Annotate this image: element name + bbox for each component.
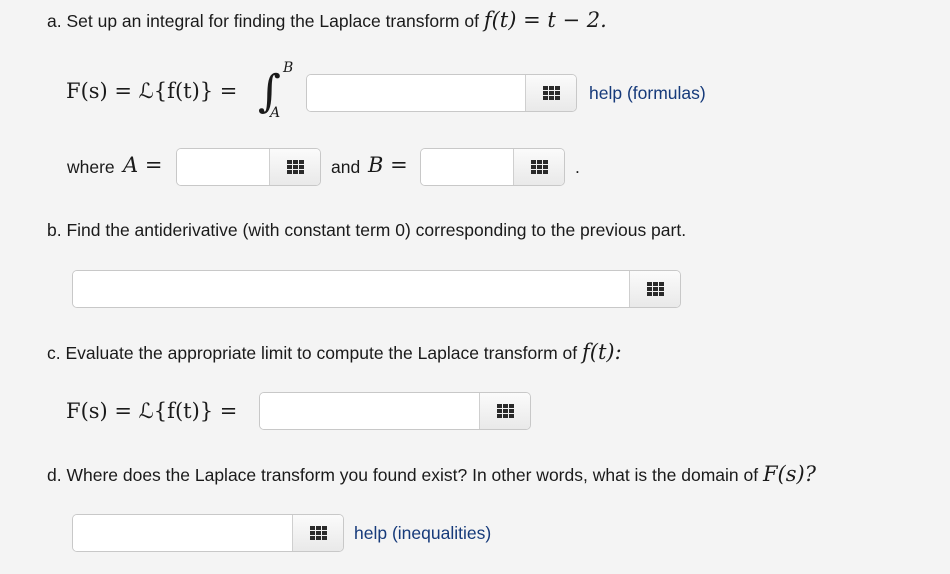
part-b-label: b. Find the antiderivative (with constan… (47, 220, 687, 240)
grid-keypad-icon (542, 86, 560, 100)
domain-field (72, 514, 344, 552)
part-a-equation-lhs: F(s) = ℒ{f(t)} = (66, 79, 238, 103)
A-field (176, 148, 321, 186)
part-d-function: F(s)? (762, 462, 816, 486)
integrand-field (306, 74, 577, 112)
part-d-label: d. Where does the Laplace transform you … (47, 465, 759, 485)
part-a-function: f(t) = t − 2. (483, 8, 607, 32)
part-c-question: c. Evaluate the appropriate limit to com… (47, 340, 622, 364)
grid-keypad-icon (309, 526, 327, 540)
grid-keypad-icon (530, 160, 548, 174)
grid-keypad-icon (496, 404, 514, 418)
part-a-label: a. Set up an integral for finding the La… (47, 11, 479, 31)
domain-keypad-button[interactable] (292, 515, 343, 551)
part-d-question: d. Where does the Laplace transform you … (47, 462, 816, 486)
A-math-label: A = (123, 153, 163, 177)
A-keypad-button[interactable] (269, 149, 320, 185)
domain-input[interactable] (73, 515, 292, 551)
B-keypad-button[interactable] (513, 149, 564, 185)
integral-lower-limit: A (270, 105, 281, 121)
A-input[interactable] (177, 149, 269, 185)
B-field (420, 148, 565, 186)
antiderivative-input[interactable] (73, 271, 629, 307)
antiderivative-field (72, 270, 681, 308)
B-math-label: B = (368, 153, 408, 177)
laplace-result-field (259, 392, 531, 430)
part-c-equation-lhs: F(s) = ℒ{f(t)} = (66, 399, 238, 423)
help-inequalities-link[interactable]: help (inequalities) (354, 523, 491, 544)
part-c-function: f(t): (582, 340, 622, 364)
B-input[interactable] (421, 149, 513, 185)
integral-upper-limit: B (283, 60, 294, 76)
and-label: and (331, 157, 361, 177)
antiderivative-keypad-button[interactable] (629, 271, 680, 307)
part-a-question: a. Set up an integral for finding the La… (47, 8, 607, 32)
grid-keypad-icon (646, 282, 664, 296)
integrand-keypad-button[interactable] (525, 75, 576, 111)
laplace-result-input[interactable] (260, 393, 479, 429)
where-label: where (67, 157, 115, 177)
help-formulas-link[interactable]: help (formulas) (589, 83, 706, 104)
laplace-result-keypad-button[interactable] (479, 393, 530, 429)
integrand-input[interactable] (307, 75, 525, 111)
period: . (575, 157, 580, 177)
grid-keypad-icon (286, 160, 304, 174)
part-c-label: c. Evaluate the appropriate limit to com… (47, 343, 578, 363)
